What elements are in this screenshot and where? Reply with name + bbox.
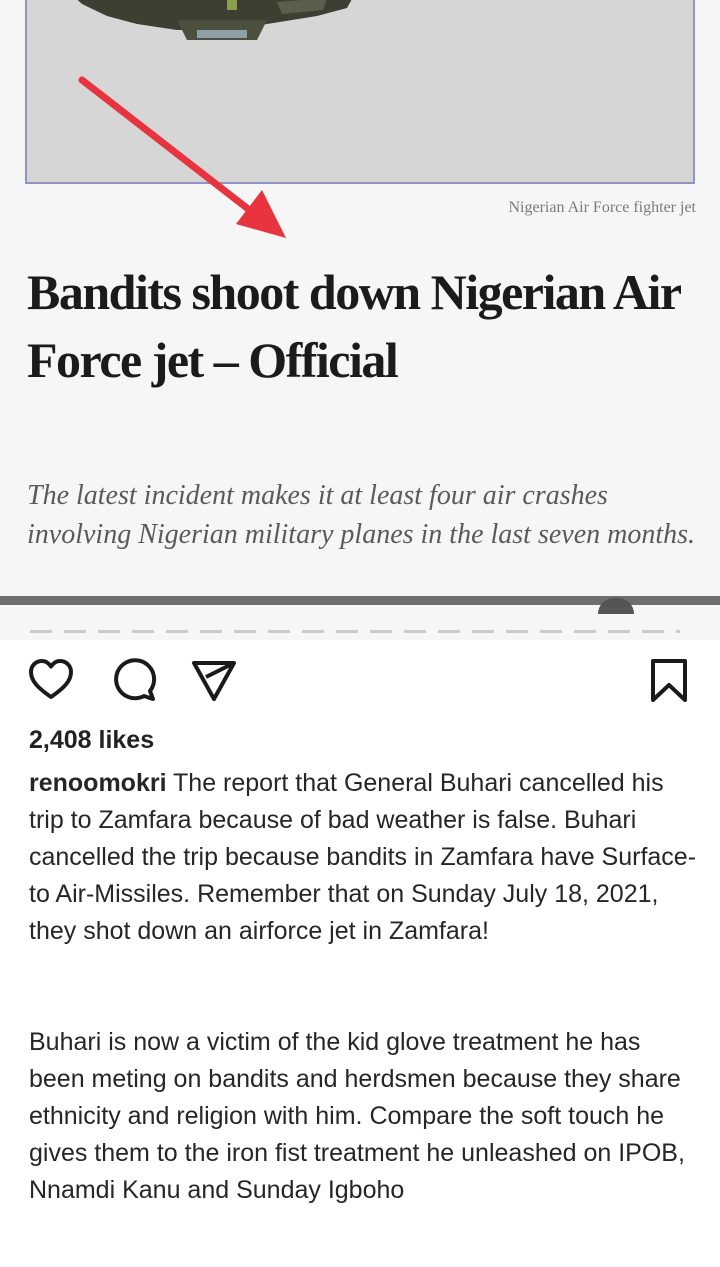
post-action-bar [0,652,720,712]
comment-button[interactable] [106,652,162,708]
likes-count[interactable]: 2,408 likes [29,726,154,755]
username-link[interactable]: renoomokri [29,769,167,797]
article-headline: Bandits shoot down Nigerian Air Force je… [27,264,681,388]
photo-caption: Nigerian Air Force fighter jet [508,199,697,216]
embedded-article-image: Nigerian Air Force fighter jet Bandits s… [0,0,720,640]
bookmark-icon [651,659,687,702]
post-caption: renoomokri The report that General Buhar… [29,765,699,950]
cut-off-text [30,630,680,633]
fighter-jet-silhouette [77,0,352,40]
caption-paragraph-2: Buhari is now a victim of the kid glove … [29,1028,685,1204]
heart-icon [29,659,73,699]
comment-icon [114,658,157,701]
share-button[interactable] [186,652,242,708]
like-button[interactable] [23,652,79,708]
save-button[interactable] [641,652,697,708]
fighter-jet-photo [25,0,695,184]
send-icon [192,661,236,701]
article-dek: The latest incident makes it at least fo… [27,480,696,550]
